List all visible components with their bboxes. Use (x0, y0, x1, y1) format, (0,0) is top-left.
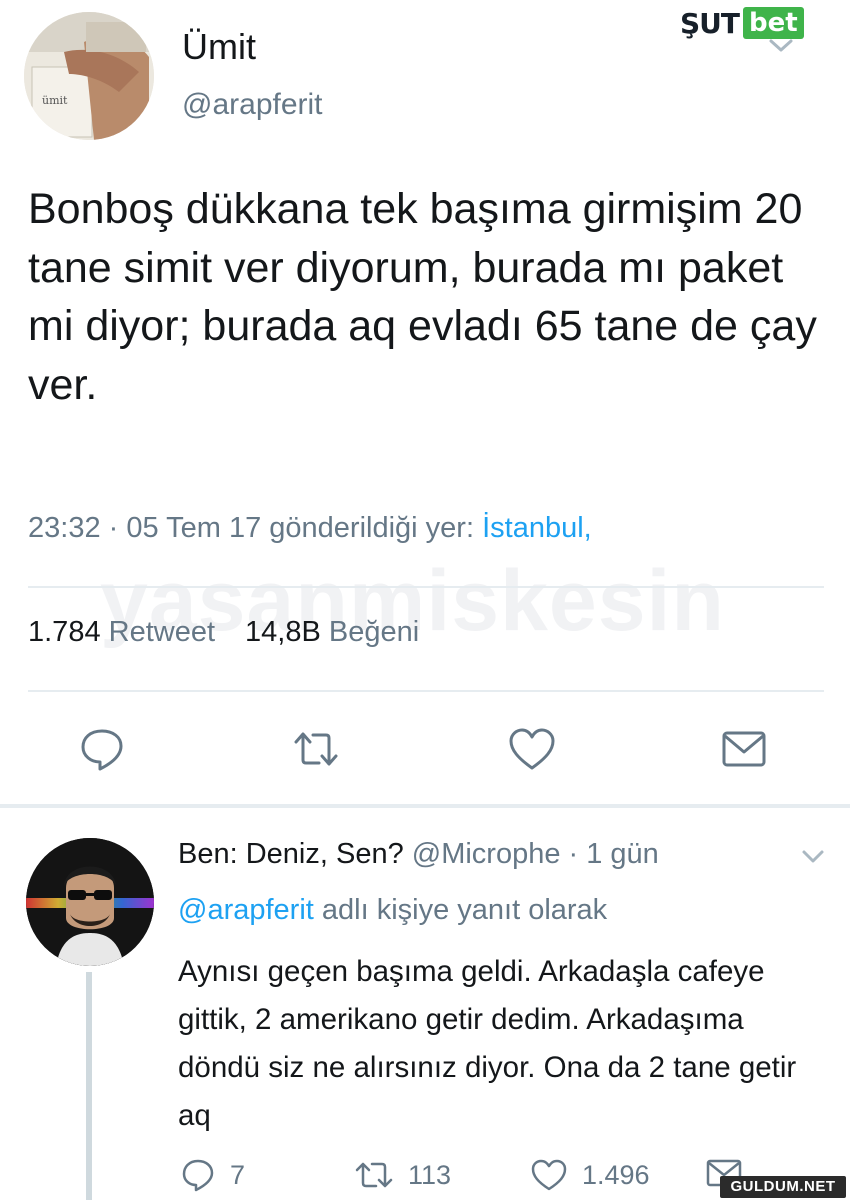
like-icon[interactable] (508, 726, 556, 772)
retweet-icon[interactable] (292, 726, 340, 772)
tweet-stats: 1.784 Retweet 14,8B Beğeni (28, 616, 419, 649)
section-divider (0, 804, 850, 808)
retweet-label[interactable]: Retweet (109, 616, 215, 648)
like-label[interactable]: Beğeni (329, 616, 419, 648)
reply-header: Ben: Deniz, Sen? @Microphe · 1 gün (178, 838, 659, 871)
reply-to-mention[interactable]: @arapferit (178, 894, 314, 926)
retweet-count[interactable]: 1.784 (28, 616, 101, 648)
reply-retweet-count: 113 (408, 1159, 452, 1190)
tweet-text: Bonboş dükkana tek başıma girmişim 20 ta… (28, 185, 817, 409)
chevron-down-icon[interactable] (766, 36, 796, 56)
divider (28, 690, 824, 692)
brand-logo-text: ŞUT (680, 6, 740, 40)
like-icon (531, 1159, 567, 1191)
reply-to-suffix: adlı kişiye yanıt olarak (313, 894, 608, 926)
divider (28, 586, 824, 588)
reply-author-name[interactable]: Ben: Deniz, Sen? (178, 838, 404, 870)
tweet-meta: 23:32 · 05 Tem 17 gönderildiği yer: İsta… (28, 512, 592, 545)
message-icon[interactable] (720, 726, 768, 772)
thread-line (86, 972, 92, 1200)
like-count[interactable]: 14,8B (245, 616, 321, 648)
reply-retweet-action[interactable]: 113 (354, 1158, 451, 1192)
sutbet-logo: ŞUT bet (680, 6, 804, 40)
reply-reply-action[interactable]: 7 (180, 1158, 245, 1192)
tweet-location-link[interactable]: İstanbul, (482, 512, 592, 544)
author-avatar[interactable]: ümit (24, 12, 154, 140)
retweet-icon (355, 1162, 393, 1188)
brand-logo-badge: bet (743, 7, 804, 39)
reply-count: 7 (230, 1159, 246, 1190)
guldum-badge: GULDUM.NET (720, 1176, 846, 1198)
reply-author-avatar[interactable] (26, 838, 154, 966)
reply-to-line: @arapferit adlı kişiye yanıt olarak (178, 894, 607, 927)
reply-author-handle-time[interactable]: @Microphe · 1 gün (404, 838, 659, 870)
chevron-down-icon[interactable] (800, 848, 826, 866)
reply-icon[interactable] (78, 726, 126, 772)
author-handle[interactable]: @arapferit (182, 88, 323, 122)
reply-text: Aynısı geçen başıma geldi. Arkadaşla caf… (178, 955, 797, 1132)
reply-like-action[interactable]: 1.496 (530, 1158, 650, 1192)
tweet-timestamp: 23:32 · 05 Tem 17 gönderildiği yer: (28, 512, 483, 544)
svg-text:ümit: ümit (42, 94, 68, 107)
reply-icon (182, 1159, 214, 1192)
reply-like-count: 1.496 (582, 1159, 650, 1190)
author-name[interactable]: Ümit (182, 26, 256, 68)
